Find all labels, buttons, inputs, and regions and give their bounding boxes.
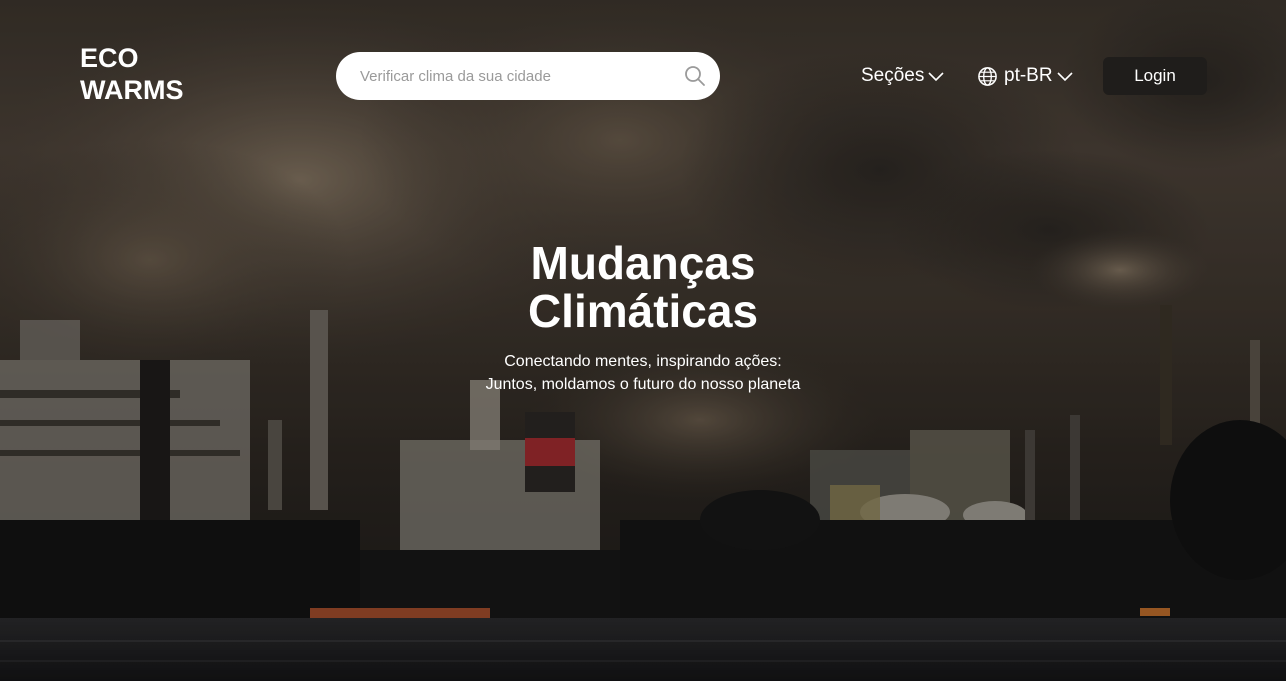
search-input[interactable] bbox=[360, 67, 670, 85]
chevron-down-icon bbox=[928, 72, 944, 82]
hero-title: Mudanças Climáticas bbox=[443, 239, 843, 335]
hero-title-line-1: Mudanças bbox=[530, 237, 756, 289]
language-dropdown[interactable]: pt-BR bbox=[977, 64, 1074, 88]
language-label: pt-BR bbox=[1004, 65, 1053, 86]
logo-line-2: WARMS bbox=[80, 75, 184, 105]
logo-line-1: ECO bbox=[80, 43, 139, 73]
login-button[interactable]: Login bbox=[1103, 57, 1207, 95]
chevron-down-icon bbox=[1057, 72, 1073, 82]
search-icon[interactable] bbox=[684, 65, 706, 87]
globe-icon bbox=[978, 66, 997, 86]
hero-subtitle: Conectando mentes, inspirando ações: Jun… bbox=[443, 350, 843, 396]
sections-label: Seções bbox=[861, 65, 925, 86]
hero-subtitle-line-1: Conectando mentes, inspirando ações: bbox=[504, 353, 782, 370]
hero-title-line-2: Climáticas bbox=[527, 285, 759, 337]
sections-dropdown[interactable]: Seções bbox=[861, 64, 945, 88]
logo[interactable]: ECO WARMS bbox=[80, 42, 220, 106]
search-bar bbox=[336, 52, 720, 100]
hero-subtitle-line-2: Juntos, moldamos o futuro do nosso plane… bbox=[485, 376, 801, 393]
